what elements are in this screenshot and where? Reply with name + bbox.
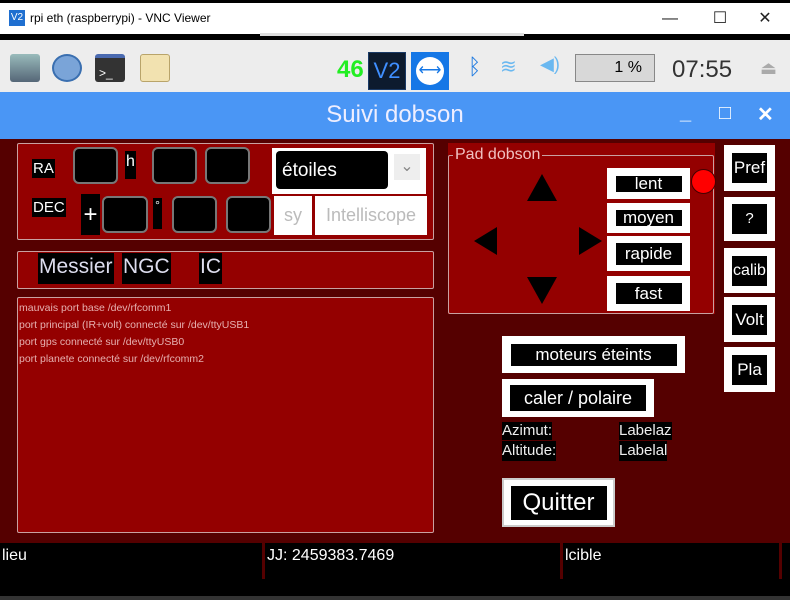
dec-degrees-input[interactable] bbox=[102, 196, 148, 233]
dec-minutes-input[interactable] bbox=[172, 196, 217, 233]
pref-button[interactable]: Pref bbox=[724, 145, 775, 191]
ra-label: RA bbox=[32, 159, 55, 178]
wifi-icon[interactable]: ≋ bbox=[500, 54, 517, 79]
h-label: h bbox=[125, 151, 136, 179]
arrow-up-button[interactable] bbox=[527, 174, 557, 201]
pi-taskbar: >_ 46 V2 ⟷ ᛒ ≋ ◀) 1 % 07:55 ⏏ bbox=[0, 40, 790, 92]
cpu-usage: 1 % bbox=[575, 54, 655, 82]
window-title: rpi eth (raspberrypi) - VNC Viewer bbox=[30, 11, 211, 25]
dec-label: DEC bbox=[32, 198, 66, 217]
speed-fast-label: fast bbox=[615, 283, 682, 304]
status-jj: JJ: 2459383.7469 bbox=[265, 543, 563, 579]
app-titlebar: Suivi dobson _ □ ✕ bbox=[0, 92, 790, 139]
volt-button[interactable]: Volt bbox=[724, 297, 775, 342]
ic-button[interactable]: IC bbox=[199, 253, 222, 284]
vnc-window-titlebar: V2 rpi eth (raspberrypi) - VNC Viewer — … bbox=[0, 3, 790, 34]
pref-label: Pref bbox=[732, 153, 767, 183]
vnc-logo-icon: V2 bbox=[9, 10, 25, 26]
help-button[interactable]: ? bbox=[724, 197, 775, 241]
motors-button[interactable]: moteurs éteints bbox=[502, 336, 685, 373]
intelliscope-button[interactable]: Intelliscope bbox=[315, 196, 427, 235]
vnc-icon[interactable]: V2 bbox=[368, 52, 406, 90]
caler-polaire-label: caler / polaire bbox=[510, 385, 646, 411]
dec-seconds-input[interactable] bbox=[226, 196, 271, 233]
log-line: port planete connecté sur /dev/rfcomm2 bbox=[19, 353, 205, 365]
app-title: Suivi dobson bbox=[326, 101, 464, 128]
monitor-icon[interactable] bbox=[10, 54, 40, 82]
azimut-label: Azimut: bbox=[502, 422, 553, 440]
chevron-down-icon: ⌄ bbox=[394, 154, 420, 180]
terminal-icon[interactable]: >_ bbox=[95, 54, 125, 82]
ra-hours-input[interactable] bbox=[73, 147, 118, 184]
vnc-toolbar-handle[interactable] bbox=[260, 33, 524, 36]
log-line: port gps connecté sur /dev/ttyUSB0 bbox=[19, 336, 185, 348]
ra-seconds-input[interactable] bbox=[205, 147, 250, 184]
arrow-left-button[interactable] bbox=[474, 227, 497, 255]
window-close-button[interactable]: ✕ bbox=[745, 7, 785, 31]
bluetooth-icon[interactable]: ᛒ bbox=[468, 54, 481, 80]
log-line: port principal (IR+volt) connecté sur /d… bbox=[19, 319, 250, 331]
ngc-button[interactable]: NGC bbox=[122, 253, 171, 284]
dec-sign-toggle[interactable]: + bbox=[81, 194, 100, 235]
speed-rapide-button[interactable]: rapide bbox=[607, 236, 690, 271]
log-textarea[interactable]: mauvais port base /dev/rfcomm1 port prin… bbox=[17, 297, 434, 533]
eject-icon[interactable]: ⏏ bbox=[760, 58, 777, 79]
bottom-border bbox=[0, 596, 790, 600]
speed-lent-label: lent bbox=[615, 175, 682, 192]
arrow-right-button[interactable] bbox=[579, 227, 602, 255]
speed-moyen-label: moyen bbox=[615, 209, 682, 226]
teamviewer-icon[interactable]: ⟷ bbox=[411, 52, 449, 90]
catalog-select[interactable]: étoiles ⌄ bbox=[272, 148, 426, 194]
ra-minutes-input[interactable] bbox=[152, 147, 197, 184]
pad-title: Pad dobson bbox=[453, 146, 543, 164]
messier-button[interactable]: Messier bbox=[38, 253, 114, 284]
help-label: ? bbox=[732, 204, 767, 234]
calib-label: calib bbox=[732, 255, 767, 286]
app-maximize-button[interactable]: □ bbox=[719, 102, 731, 125]
volume-icon[interactable]: ◀) bbox=[540, 54, 560, 75]
status-lieu: lieu bbox=[0, 543, 265, 579]
clock[interactable]: 07:55 bbox=[672, 56, 732, 84]
pla-button[interactable]: Pla bbox=[724, 347, 775, 392]
cpu-temp: 46 bbox=[337, 56, 364, 83]
calib-button[interactable]: calib bbox=[724, 248, 775, 293]
azimut-value: Labelaz bbox=[619, 422, 672, 440]
log-line: mauvais port base /dev/rfcomm1 bbox=[19, 302, 172, 314]
app-close-button[interactable]: ✕ bbox=[757, 102, 774, 127]
sy-button[interactable]: sy bbox=[274, 196, 312, 235]
app-minimize-button[interactable]: _ bbox=[680, 102, 691, 125]
degree-label: ° bbox=[153, 198, 162, 229]
window-maximize-button[interactable]: ☐ bbox=[700, 7, 740, 31]
pla-label: Pla bbox=[732, 354, 767, 385]
speed-fast-button[interactable]: fast bbox=[607, 276, 690, 311]
speed-lent-button[interactable]: lent bbox=[607, 168, 690, 199]
catalog-select-value: étoiles bbox=[276, 151, 388, 189]
volt-label: Volt bbox=[732, 304, 767, 335]
folder-icon[interactable] bbox=[140, 54, 170, 82]
window-minimize-button[interactable]: — bbox=[650, 7, 690, 31]
speed-rapide-label: rapide bbox=[615, 242, 682, 265]
speed-moyen-button[interactable]: moyen bbox=[607, 203, 690, 233]
speed-indicator bbox=[691, 169, 716, 194]
caler-polaire-button[interactable]: caler / polaire bbox=[502, 379, 654, 417]
quit-label: Quitter bbox=[510, 485, 607, 520]
quit-button[interactable]: Quitter bbox=[502, 478, 615, 527]
arrow-down-button[interactable] bbox=[527, 277, 557, 304]
status-bar: lieu JJ: 2459383.7469 lcible bbox=[0, 543, 790, 579]
altitude-label: Altitude: bbox=[502, 441, 557, 461]
altitude-value: Labelal bbox=[619, 441, 668, 461]
globe-icon[interactable] bbox=[52, 54, 82, 82]
status-cible: lcible bbox=[563, 543, 782, 579]
motors-label: moteurs éteints bbox=[510, 343, 677, 366]
